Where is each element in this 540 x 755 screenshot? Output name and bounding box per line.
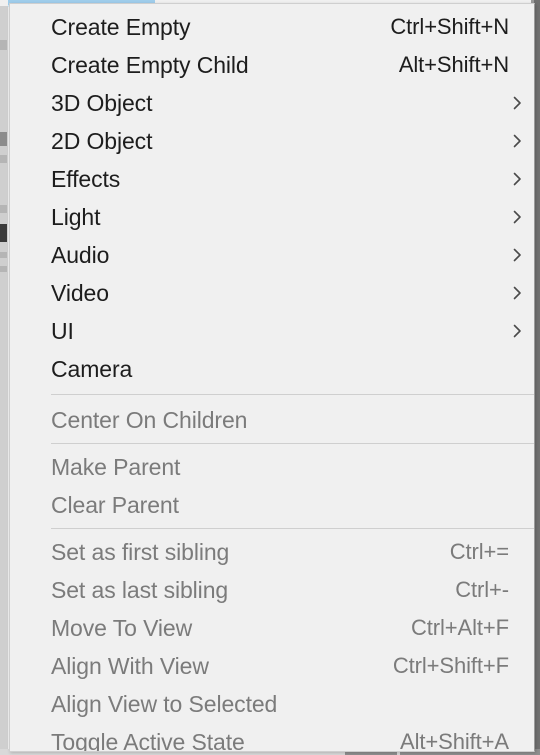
background-hierarchy-row xyxy=(0,224,7,242)
menu-item-label: 3D Object xyxy=(51,89,153,116)
menu-item-move-to-view[interactable]: Move To View Ctrl+Alt+F xyxy=(10,609,534,647)
chevron-right-icon xyxy=(511,323,523,339)
menu-item-shortcut: Ctrl+Shift+F xyxy=(392,653,509,678)
chevron-right-icon xyxy=(511,133,523,149)
menu-item-create-empty-child[interactable]: Create Empty Child Alt+Shift+N xyxy=(10,46,534,84)
background-left-strip xyxy=(0,6,8,755)
menu-item-label: Make Parent xyxy=(51,453,181,480)
menu-item-label: Video xyxy=(51,279,109,306)
chevron-right-icon xyxy=(511,285,523,301)
menu-item-video[interactable]: Video xyxy=(10,274,534,312)
menu-item-set-as-last-sibling[interactable]: Set as last sibling Ctrl+- xyxy=(10,571,534,609)
chevron-right-icon xyxy=(511,209,523,225)
menu-item-make-parent[interactable]: Make Parent xyxy=(10,448,534,486)
menu-item-shortcut: Ctrl+- xyxy=(455,577,509,602)
menu-item-shortcut: Alt+Shift+N xyxy=(398,52,509,77)
screen-root: Create Empty Ctrl+Shift+N Create Empty C… xyxy=(0,0,540,755)
menu-item-audio[interactable]: Audio xyxy=(10,236,534,274)
menu-item-label: Center On Children xyxy=(51,406,248,433)
menu-item-label: UI xyxy=(51,317,74,344)
menu-item-3d-object[interactable]: 3D Object xyxy=(10,84,534,122)
menu-item-label: 2D Object xyxy=(51,127,153,154)
menu-item-ui[interactable]: UI xyxy=(10,312,534,350)
menu-separator xyxy=(51,394,534,395)
menu-item-align-view-to-selected[interactable]: Align View to Selected xyxy=(10,685,534,723)
menu-item-toggle-active-state[interactable]: Toggle Active State Alt+Shift+A xyxy=(10,723,534,752)
gameobject-context-menu[interactable]: Create Empty Ctrl+Shift+N Create Empty C… xyxy=(9,3,535,752)
background-hierarchy-row xyxy=(0,40,7,50)
menu-item-set-as-first-sibling[interactable]: Set as first sibling Ctrl+= xyxy=(10,533,534,571)
chevron-right-icon xyxy=(511,247,523,263)
menu-item-shortcut: Ctrl+= xyxy=(449,539,509,564)
menu-item-shortcut: Ctrl+Alt+F xyxy=(410,615,509,640)
menu-item-label: Create Empty xyxy=(51,13,191,40)
menu-item-center-on-children[interactable]: Center On Children xyxy=(10,401,534,439)
menu-item-label: Align View to Selected xyxy=(51,690,278,717)
background-hierarchy-row xyxy=(0,266,7,272)
menu-item-label: Create Empty Child xyxy=(51,51,249,78)
menu-separator xyxy=(51,443,534,444)
menu-item-clear-parent[interactable]: Clear Parent xyxy=(10,486,534,524)
menu-item-label: Clear Parent xyxy=(51,491,179,518)
menu-item-align-with-view[interactable]: Align With View Ctrl+Shift+F xyxy=(10,647,534,685)
menu-item-shortcut: Ctrl+Shift+N xyxy=(390,14,509,39)
background-hierarchy-row xyxy=(0,205,7,213)
menu-item-label: Align With View xyxy=(51,652,209,679)
menu-item-label: Set as last sibling xyxy=(51,576,229,603)
chevron-right-icon xyxy=(511,95,523,111)
menu-item-label: Camera xyxy=(51,355,133,382)
menu-item-label: Effects xyxy=(51,165,121,192)
background-hierarchy-row xyxy=(0,132,7,146)
menu-item-label: Audio xyxy=(51,241,110,268)
background-hierarchy-row xyxy=(0,252,7,258)
menu-item-effects[interactable]: Effects xyxy=(10,160,534,198)
menu-item-camera[interactable]: Camera xyxy=(10,350,534,388)
menu-item-label: Move To View xyxy=(51,614,193,641)
menu-item-shortcut: Alt+Shift+A xyxy=(400,729,509,752)
menu-item-label: Light xyxy=(51,203,101,230)
menu-item-light[interactable]: Light xyxy=(10,198,534,236)
menu-separator xyxy=(51,528,534,529)
menu-item-label: Toggle Active State xyxy=(51,728,245,752)
background-hierarchy-row xyxy=(0,155,7,163)
menu-item-label: Set as first sibling xyxy=(51,538,230,565)
menu-item-2d-object[interactable]: 2D Object xyxy=(10,122,534,160)
menu-item-create-empty[interactable]: Create Empty Ctrl+Shift+N xyxy=(10,8,534,46)
chevron-right-icon xyxy=(511,171,523,187)
